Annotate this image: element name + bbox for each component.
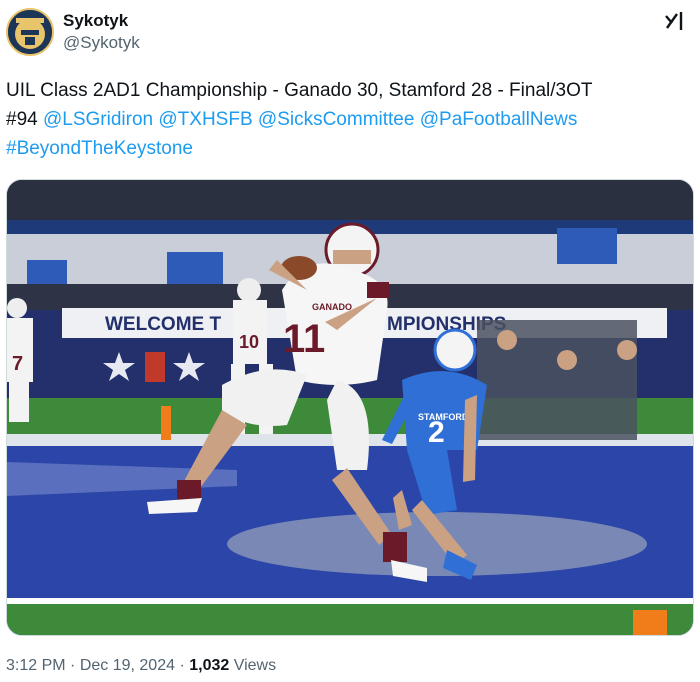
background-player-number: 10 — [239, 332, 259, 352]
defender-team-text: STAMFORD — [418, 412, 469, 422]
views-label: Views — [229, 657, 277, 674]
tweet-meta: 3:12 PM · Dec 19, 2024 · 1,032 Views — [6, 657, 276, 675]
views-count: 1,032 — [189, 657, 230, 674]
tweet-time[interactable]: 3:12 PM — [6, 657, 66, 674]
receiver-number: 11 — [283, 317, 325, 361]
grok-icon[interactable] — [662, 8, 688, 34]
display-name[interactable]: Sykotyk — [63, 10, 140, 32]
mention-sickoscommittee[interactable]: @SicksCommittee — [258, 109, 415, 130]
tweet-header: Sykotyk @Sykotyk — [6, 8, 694, 60]
tweet-text-line-2: #94 @LSGridiron @TXHSFB @SicksCommittee … — [6, 105, 686, 134]
mention-txhsfb[interactable]: @TXHSFB — [158, 109, 252, 130]
user-handle[interactable]: @Sykotyk — [63, 32, 140, 54]
meta-separator-2: · — [175, 657, 190, 674]
tweet-photo[interactable]: WELCOME T MPIONSHIPS 7 10 11 GANADO 2 ST… — [6, 179, 694, 636]
meta-separator: · — [65, 657, 80, 674]
tweet-date[interactable]: Dec 19, 2024 — [80, 657, 175, 674]
tweet-text: UIL Class 2AD1 Championship - Ganado 30,… — [6, 76, 686, 163]
hashtag-beyondthekeystone[interactable]: #BeyondTheKeystone — [6, 134, 686, 163]
mention-lsgridiron[interactable]: @LSGridiron — [43, 109, 153, 130]
left-player-number: 7 — [12, 353, 23, 375]
helmet-avatar-icon[interactable] — [6, 8, 54, 56]
banner-text-left: WELCOME T — [105, 314, 221, 335]
mention-pafootballnews[interactable]: @PaFootballNews — [420, 109, 578, 130]
hashtag-94[interactable]: #94 — [6, 109, 38, 130]
receiver-team-text: GANADO — [312, 302, 352, 312]
tweet-text-line: UIL Class 2AD1 Championship - Ganado 30,… — [6, 80, 593, 101]
